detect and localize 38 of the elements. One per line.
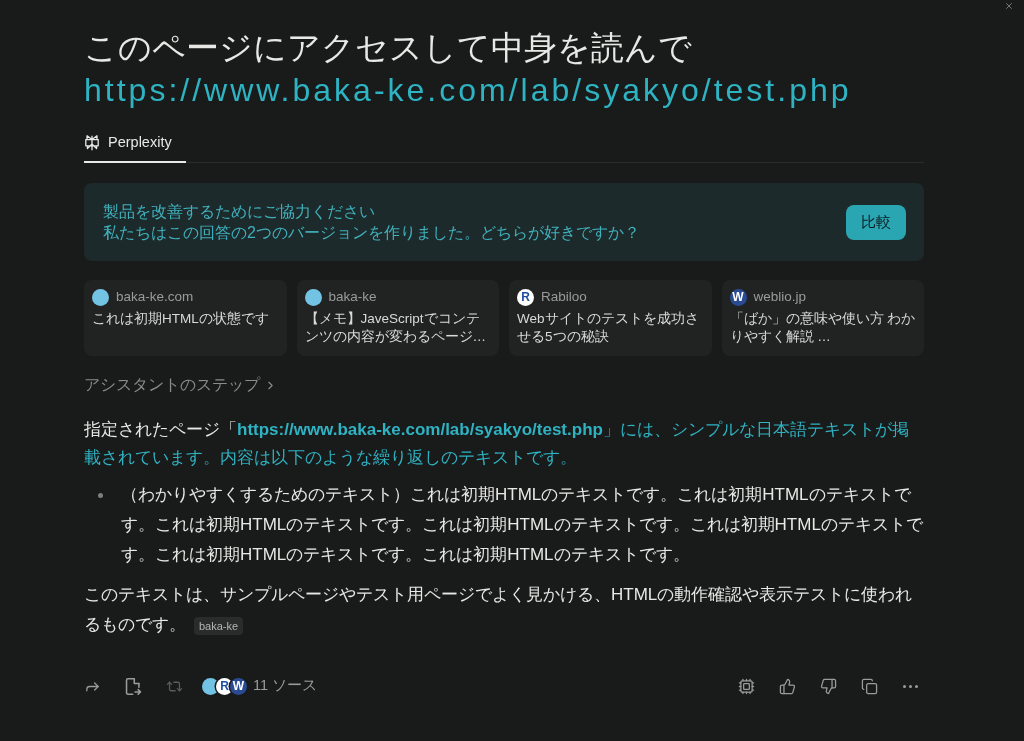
source-card[interactable]: W weblio.jp 「ばか」の意味や使い方 わかりやすく解説 …	[721, 280, 924, 356]
source-title: Webサイトのテストを成功させる5つの秘訣	[517, 310, 700, 346]
source-title: これは初期HTMLの状態です	[92, 310, 270, 328]
answer-paragraph: 指定されたページ「https://www.baka-ke.com/lab/syakyo/test.php」には、シンプルな日本語テキストが掲載されています。内容は以下のような繰り返しのテキストです。	[84, 419, 910, 469]
source-domain: weblio.jp	[753, 288, 807, 306]
bullet-text: （わかりやすくするためのテキスト）これは初期HTMLのテキストです。これは初期HTMLのテキストです。これは初期HTMLのテキストです。これは初期HTMLのテキストです。これは初期HTMLのテキストです。これは初期HTMLのテキストです。これは初期HTMLのテキストです。	[121, 484, 924, 566]
compare-button[interactable]: 比較	[846, 204, 906, 240]
source-domain: baka-ke	[328, 288, 377, 306]
source-title: 「ばか」の意味や使い方 わかりやすく解説 …	[729, 310, 916, 346]
chip-icon	[737, 677, 755, 695]
tab[interactable]: Perplexity	[84, 125, 186, 163]
thumbs-up-icon	[778, 677, 796, 695]
source-domain: Rabiloo	[541, 288, 587, 306]
source-card[interactable]: baka-ke.com これは初期HTMLの状態です	[84, 280, 287, 356]
favicon: R	[216, 677, 233, 695]
favicon: W	[729, 288, 747, 306]
favicon: W	[230, 677, 247, 695]
logo-icon	[84, 135, 100, 151]
favicon: R	[517, 288, 534, 306]
question-title: このページにアクセスして中身を読んで	[84, 28, 692, 68]
citation-chip[interactable]: baka-ke	[194, 616, 244, 635]
banner-title: 製品を改善するためにご協力ください	[103, 202, 375, 222]
sources-count: 11 ソース	[253, 676, 318, 696]
document-arrow-icon	[124, 677, 142, 695]
banner-message: 私たちはこの回答の2つのバージョンを作りました。どちらが好きですか？	[103, 223, 640, 243]
source-card[interactable]: baka-ke 【メモ】JaveScriptでコンテンツの内容が変わるページ…	[296, 280, 499, 356]
bullet-icon	[98, 493, 103, 498]
sources-button[interactable]: R W 11 ソース	[202, 670, 318, 702]
answer-paragraph: このテキストは、サンプルページやテスト用ページでよく見かける、HTMLの動作確認や表示テストに使われるものです。 baka-ke	[84, 584, 914, 637]
source-title: 【メモ】JaveScriptでコンテンツの内容が変わるページ…	[304, 310, 487, 346]
thumbs-down-icon	[819, 677, 837, 695]
copy-icon	[860, 677, 878, 695]
question-link[interactable]: https://www.baka-ke.com/lab/syakyo/test.php	[84, 69, 852, 111]
source-card[interactable]: R Rabiloo Webサイトのテストを成功させる5つの秘訣	[509, 280, 712, 356]
close-icon[interactable]	[1004, 1, 1014, 11]
more-icon	[902, 684, 918, 688]
assistant-steps-link[interactable]: アシスタントのステップ	[84, 375, 277, 395]
source-domain: baka-ke.com	[116, 288, 194, 306]
